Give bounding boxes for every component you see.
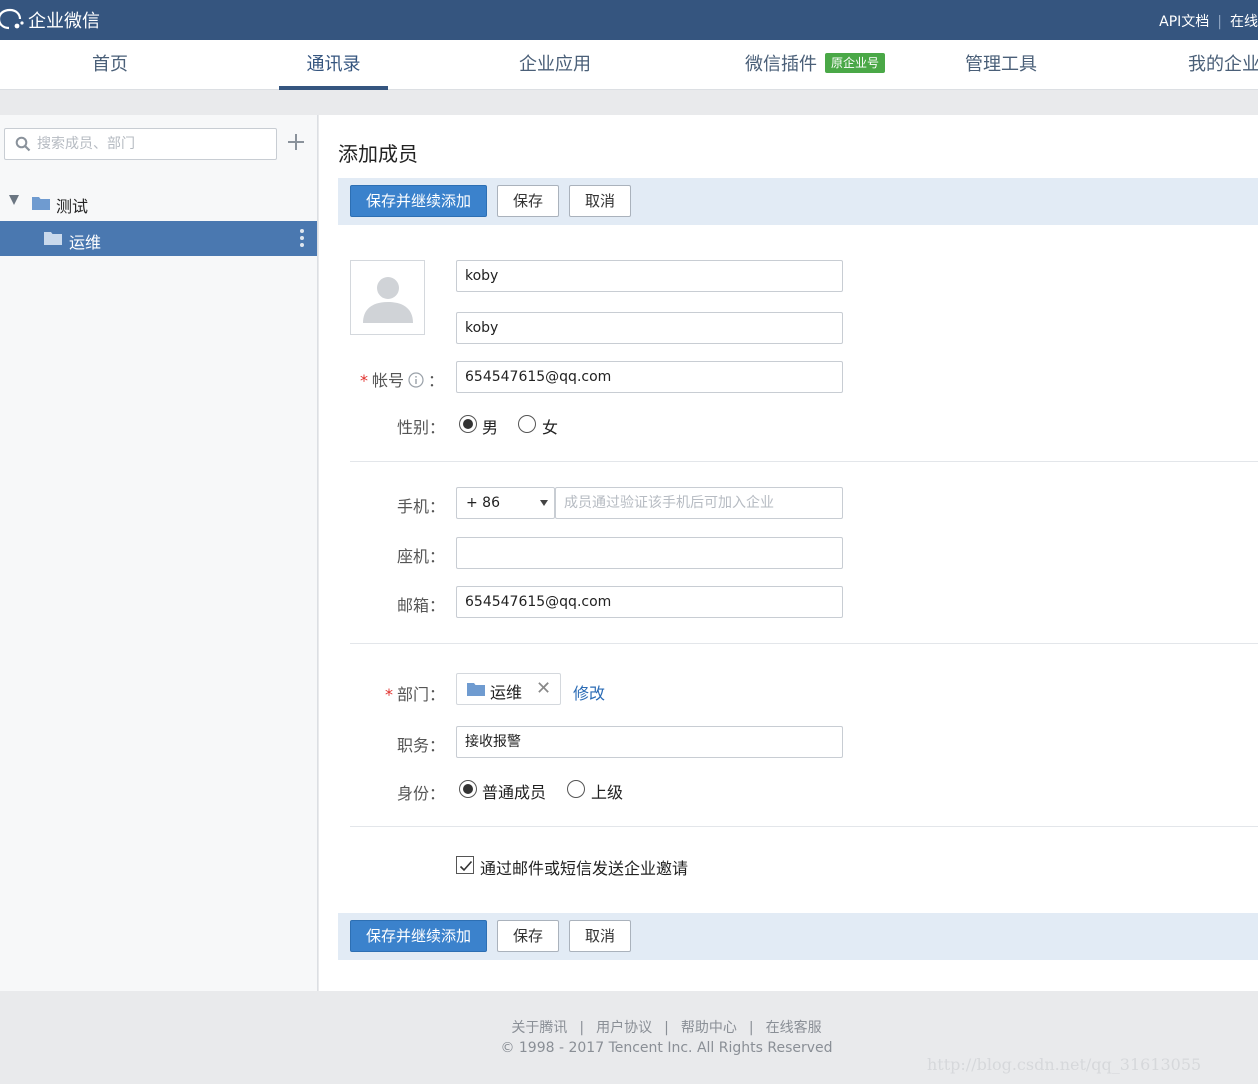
top-links: API文档 | 在线 — [1159, 11, 1258, 31]
page-title: 添加成员 — [338, 142, 418, 166]
save-button[interactable]: 保存 — [497, 185, 559, 217]
caret-down-icon[interactable] — [9, 195, 19, 205]
email-label: 邮箱： — [397, 596, 446, 615]
nav-tools[interactable]: 管理工具 — [946, 40, 1056, 90]
save-continue-button[interactable]: 保存并继续添加 — [350, 185, 487, 217]
footer-link-help[interactable]: 帮助中心 — [681, 1020, 737, 1036]
main-nav: 首页 通讯录 企业应用 微信插件 原企业号 管理工具 我的企业 — [0, 40, 1258, 90]
required-mark: * — [385, 685, 393, 704]
email-input[interactable]: 654547615@qq.com — [456, 586, 843, 618]
footer-separator: | — [748, 1020, 754, 1036]
nav-contacts[interactable]: 通讯录 — [279, 40, 388, 90]
gender-male-label: 男 — [482, 418, 499, 437]
original-enterprise-badge: 原企业号 — [824, 53, 885, 73]
avatar[interactable] — [350, 260, 425, 335]
invite-checkbox[interactable] — [456, 856, 474, 874]
top-bar: 企业微信 API文档 | 在线 — [0, 0, 1258, 40]
section-divider — [350, 461, 1258, 462]
save-continue-button[interactable]: 保存并继续添加 — [350, 920, 487, 952]
gender-female-radio[interactable] — [518, 415, 536, 433]
nav-my-enterprise[interactable]: 我的企业 — [1170, 40, 1258, 90]
more-options-icon[interactable] — [299, 229, 305, 249]
nav-wechat-plugin[interactable]: 微信插件 原企业号 — [735, 40, 895, 90]
save-button[interactable]: 保存 — [497, 920, 559, 952]
chevron-down-icon — [540, 500, 548, 506]
gender-female-label: 女 — [542, 418, 559, 437]
search-box — [4, 128, 277, 160]
role-member-radio[interactable] — [459, 780, 477, 798]
tree-item-ops[interactable]: 运维 — [0, 221, 317, 256]
footer: 关于腾讯 | 用户协议 | 帮助中心 | 在线客服 © 1998 - 2017 Tencen… — [0, 991, 1258, 1084]
folder-icon — [467, 683, 485, 696]
name-input[interactable]: koby — [456, 260, 843, 292]
main-panel: 添加成员 保存并继续添加 保存 取消 koby koby * 帐号： 654547… — [319, 115, 1258, 991]
footer-link-terms[interactable]: 用户协议 — [596, 1020, 652, 1036]
nav-apps[interactable]: 企业应用 — [500, 40, 610, 90]
role-superior-radio[interactable] — [567, 780, 585, 798]
close-icon[interactable]: ✕ — [536, 678, 551, 699]
role-label: 身份： — [397, 784, 446, 803]
phone-input[interactable]: 成员通过验证该手机后可加入企业 — [555, 487, 843, 519]
tree-root-label: 测试 — [56, 197, 89, 216]
country-code-value: + 86 — [466, 495, 500, 511]
department-tag-label: 运维 — [490, 683, 523, 702]
landline-input[interactable] — [456, 537, 843, 569]
sidebar: 测试 运维 — [0, 115, 318, 991]
folder-icon — [32, 197, 50, 210]
account-input[interactable]: 654547615@qq.com — [456, 361, 843, 393]
info-icon[interactable] — [408, 371, 424, 388]
account-label: * 帐号 ： — [360, 367, 444, 391]
landline-label: 座机： — [397, 547, 446, 566]
edit-department-link[interactable]: 修改 — [573, 680, 605, 704]
top-action-bar: 保存并继续添加 保存 取消 — [338, 178, 1258, 225]
user-placeholder-icon — [363, 277, 413, 323]
phone-label: 手机： — [397, 497, 446, 516]
top-link-separator: | — [1217, 14, 1222, 30]
search-input[interactable] — [37, 133, 272, 155]
bottom-action-bar: 保存并继续添加 保存 取消 — [338, 913, 1258, 960]
copyright: © 1998 - 2017 Tencent Inc. All Rights Re… — [500, 1040, 833, 1056]
gender-label: 性别： — [397, 418, 446, 437]
add-icon[interactable] — [285, 131, 307, 153]
role-superior-label: 上级 — [591, 783, 624, 802]
tree-child-label: 运维 — [69, 233, 102, 252]
nav-home[interactable]: 首页 — [56, 40, 164, 90]
footer-link-support[interactable]: 在线客服 — [766, 1020, 822, 1036]
required-mark: * — [360, 371, 368, 390]
wecom-logo-icon — [0, 8, 26, 32]
department-label: * 部门： — [385, 681, 445, 705]
tree-item-root[interactable]: 测试 — [0, 190, 317, 216]
search-icon — [15, 136, 31, 152]
online-link[interactable]: 在线 — [1230, 14, 1258, 30]
alias-input[interactable]: koby — [456, 312, 843, 344]
logo-text: 企业微信 — [28, 11, 100, 32]
gender-male-radio[interactable] — [459, 415, 477, 433]
checkmark-icon — [459, 860, 473, 872]
department-label-text: 部门： — [397, 685, 446, 704]
section-divider — [350, 826, 1258, 827]
invite-label: 通过邮件或短信发送企业邀请 — [480, 859, 689, 878]
job-title-label: 职务： — [397, 736, 446, 755]
section-divider — [350, 643, 1258, 644]
nav-wechat-plugin-label: 微信插件 — [744, 54, 817, 75]
folder-icon — [44, 232, 62, 245]
account-colon: ： — [428, 371, 445, 390]
footer-separator: | — [664, 1020, 669, 1036]
footer-separator: | — [579, 1020, 585, 1036]
api-docs-link[interactable]: API文档 — [1159, 14, 1209, 30]
footer-link-about[interactable]: 关于腾讯 — [511, 1020, 567, 1036]
footer-links: 关于腾讯 | 用户协议 | 帮助中心 | 在线客服 — [0, 1017, 1258, 1037]
cancel-button[interactable]: 取消 — [569, 185, 631, 217]
logo[interactable]: 企业微信 — [0, 8, 100, 32]
department-tag: 运维 ✕ — [456, 673, 561, 705]
account-label-text: 帐号 — [372, 371, 405, 390]
watermark: http://blog.csdn.net/qq_31613055 — [927, 1055, 1202, 1074]
cancel-button[interactable]: 取消 — [569, 920, 631, 952]
job-title-input[interactable]: 接收报警 — [456, 726, 843, 758]
country-code-select[interactable]: + 86 — [456, 487, 555, 519]
role-member-label: 普通成员 — [482, 783, 547, 802]
